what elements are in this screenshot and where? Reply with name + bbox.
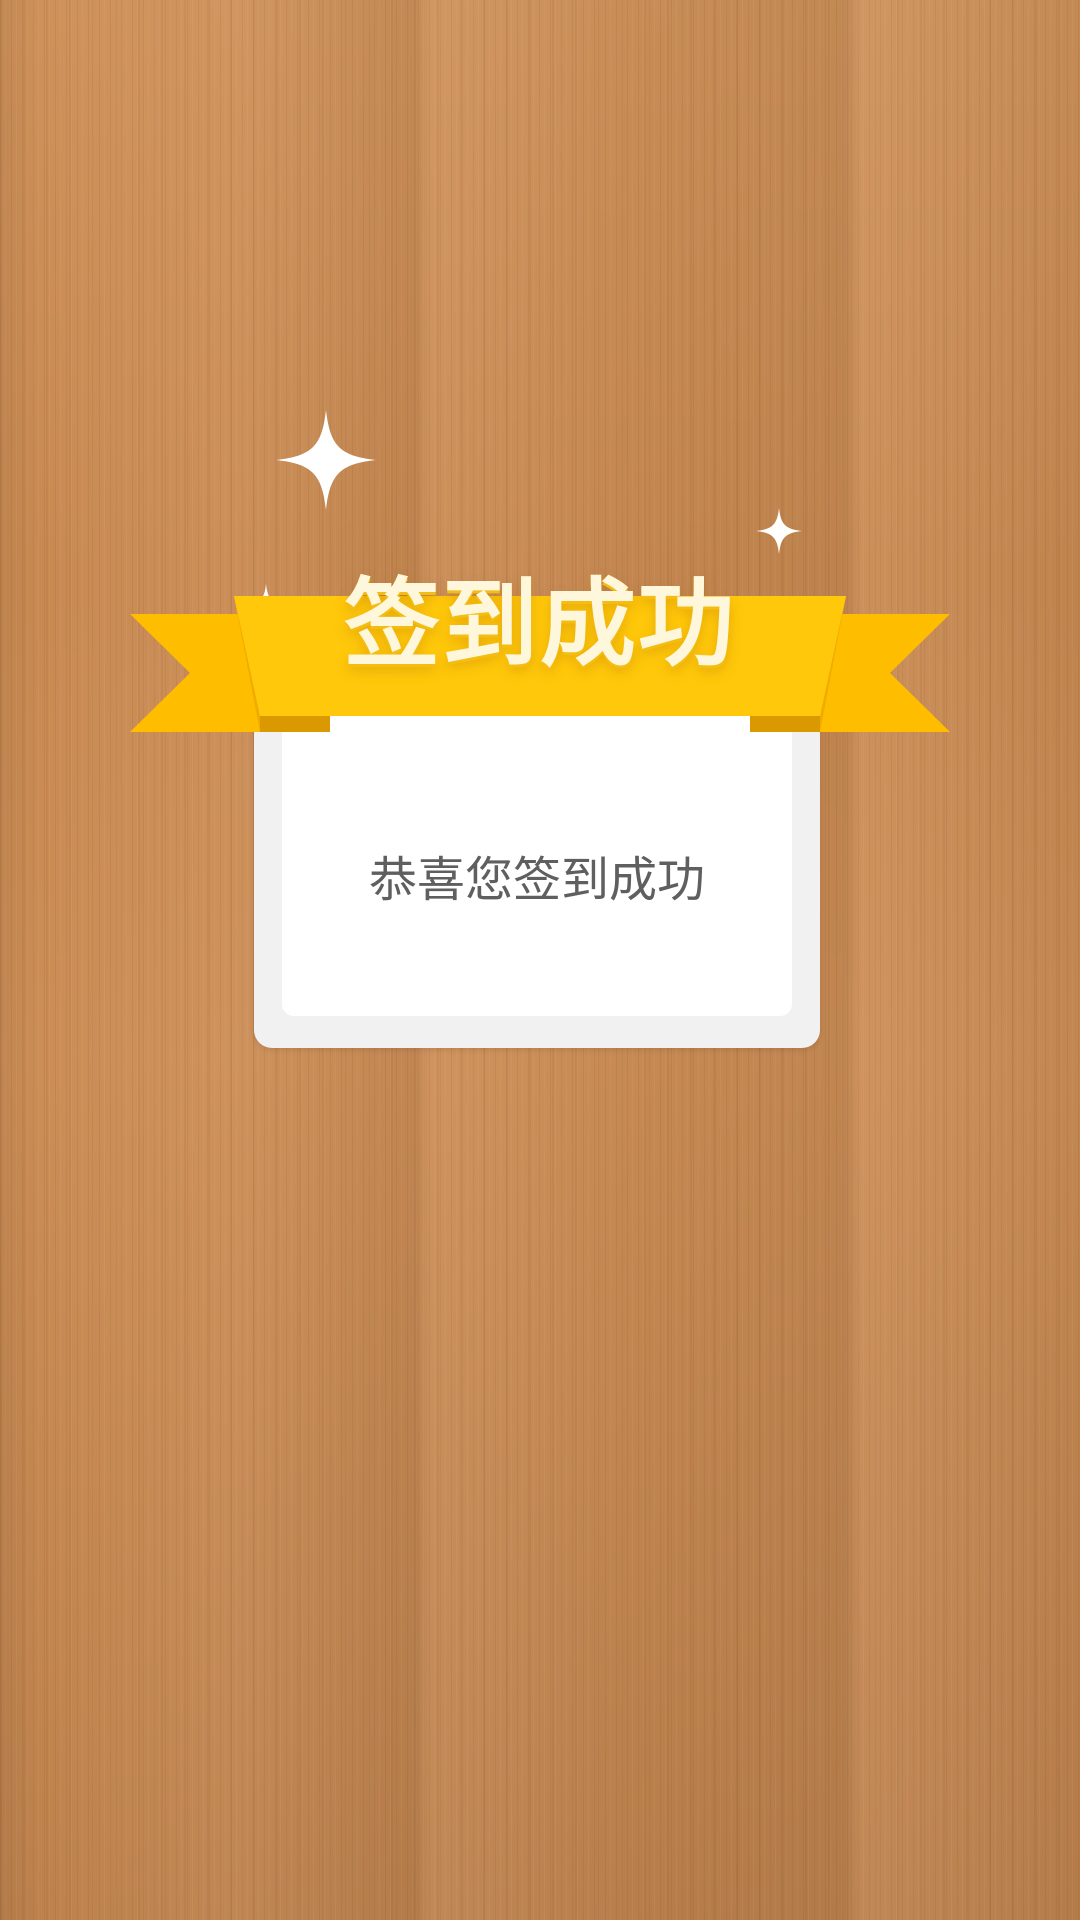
sparkle-icon [276,410,376,510]
sign-in-card: 恭喜您签到成功 [254,700,820,1048]
banner-title: 签到成功 [344,568,736,680]
card-content: 恭喜您签到成功 [282,700,792,1016]
success-message: 恭喜您签到成功 [368,852,705,908]
